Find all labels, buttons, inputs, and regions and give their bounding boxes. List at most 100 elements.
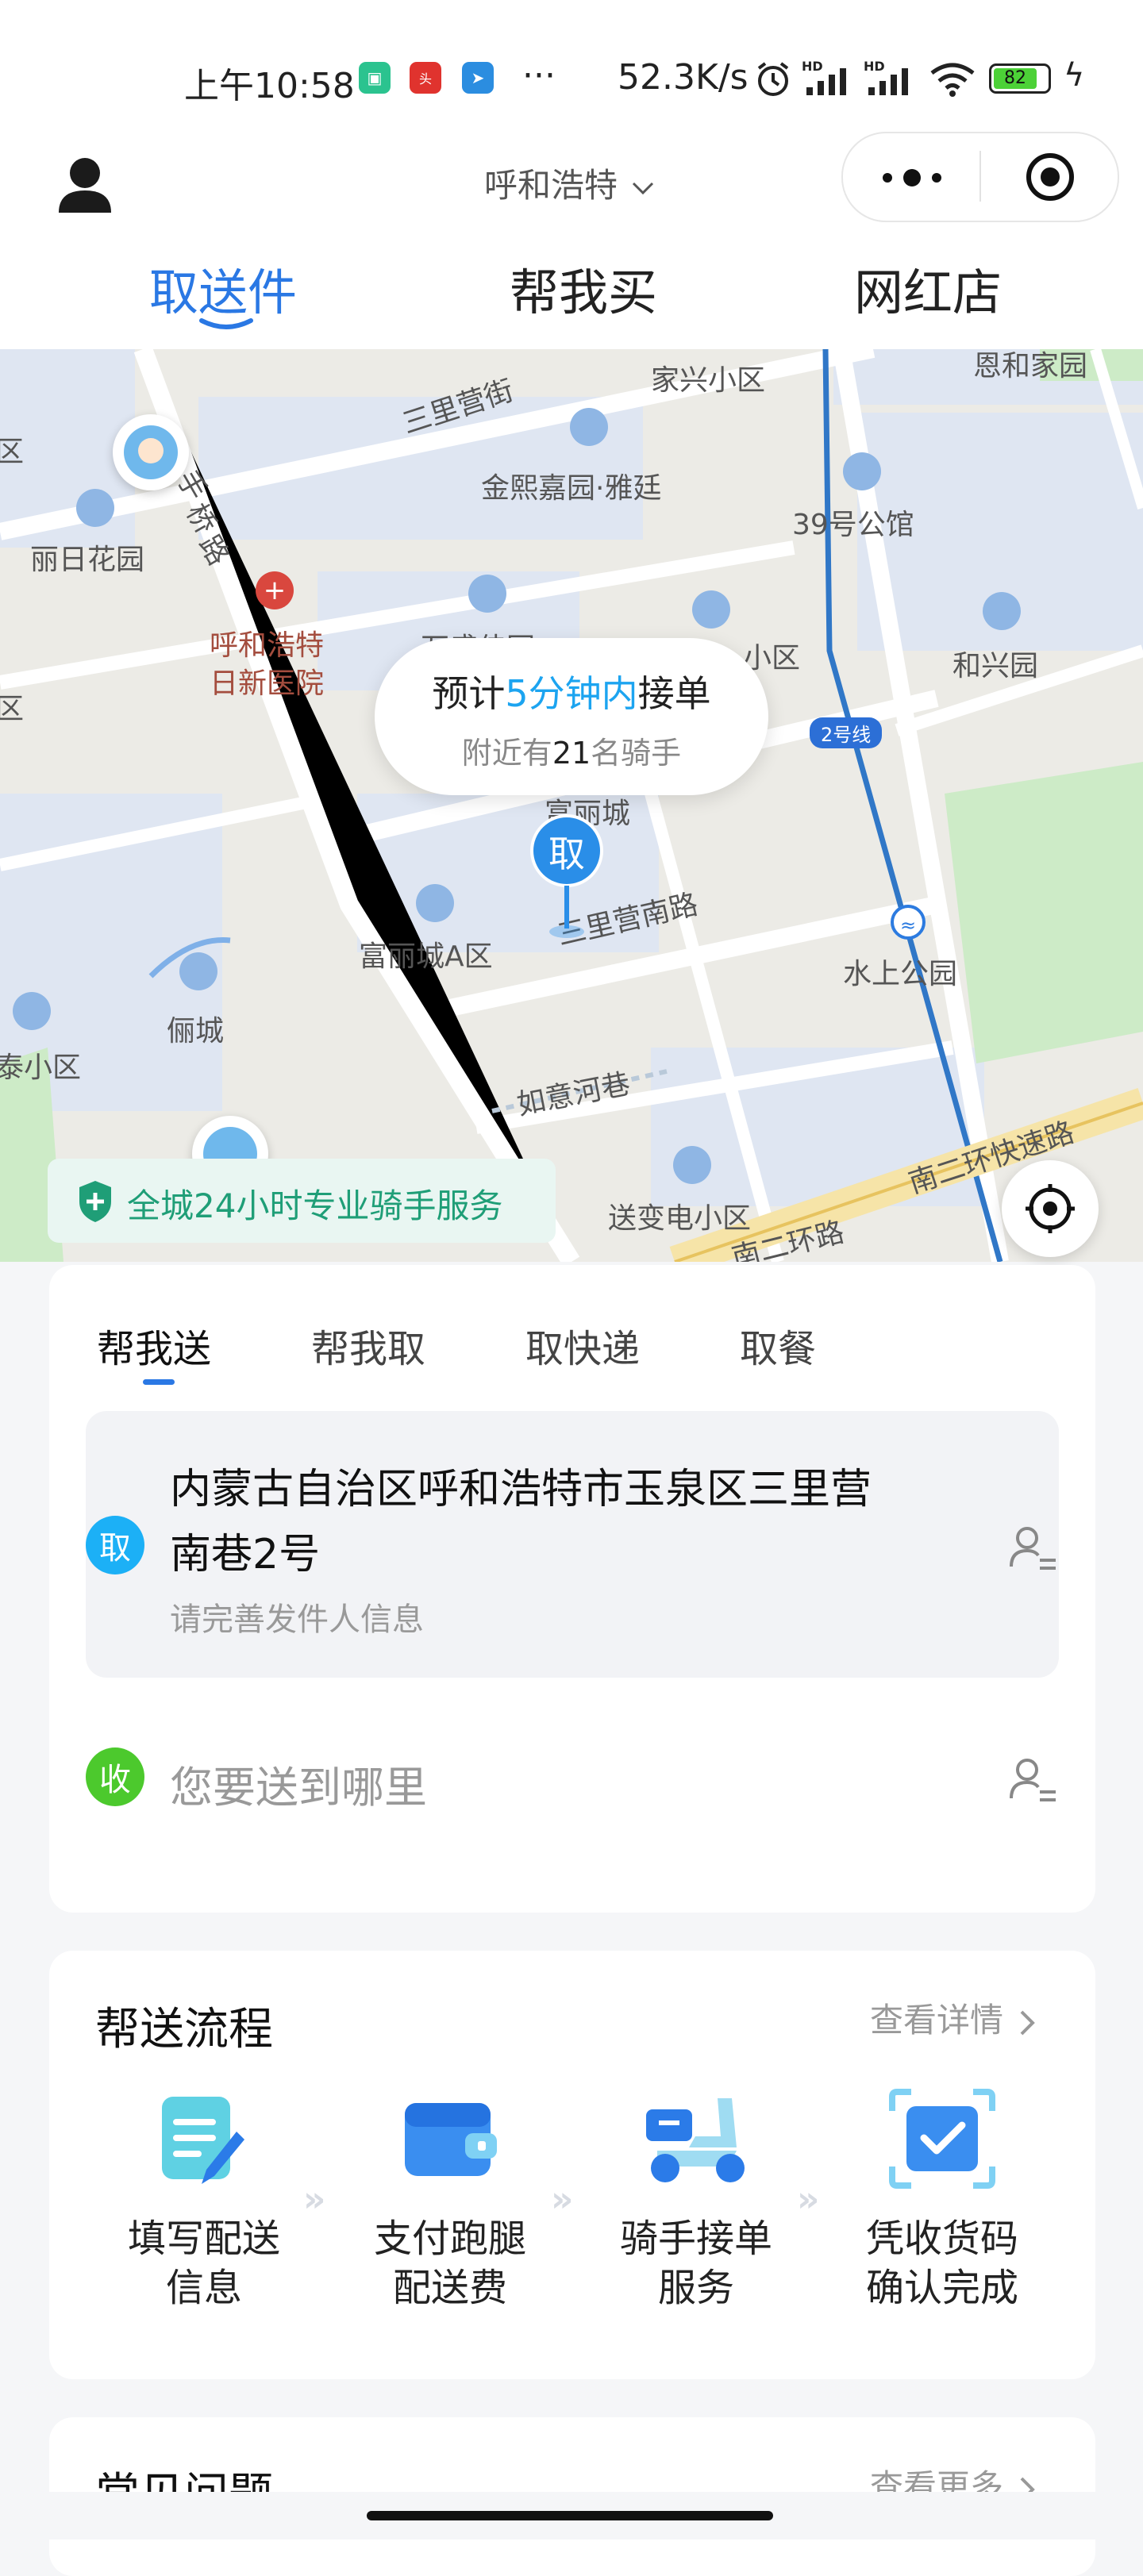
poi-marker-icon (76, 489, 114, 527)
tab-buy-for-me[interactable]: 帮我买 (510, 252, 657, 324)
poi-marker-icon (983, 592, 1021, 630)
wifi-icon (930, 63, 975, 97)
status-more: ··· (522, 56, 556, 96)
riders-nearby-text: 附近有21名骑手 (461, 736, 682, 771)
wallet-icon (405, 2103, 497, 2176)
poi-marker-icon (179, 952, 217, 990)
contact-book-icon[interactable] (1008, 1522, 1059, 1573)
map-label: 送变电小区 (608, 1202, 752, 1235)
pickup-pin-label: 取 (530, 814, 603, 887)
map-label: 水上公园 (843, 958, 958, 990)
poi-marker-icon (843, 452, 881, 490)
status-bar: 上午10:58 ▣ 头 ➤ ··· 52.3K/s HD HD 82 ϟ (0, 0, 1143, 151)
process-title: 帮送流程 (95, 2004, 273, 2055)
rider-avatar-icon (113, 414, 189, 490)
service-tag: 全城24小时专业骑手服务 (48, 1159, 556, 1243)
battery-level: 82 (994, 68, 1037, 89)
app-arrow-icon: ➤ (462, 62, 494, 94)
step-arrow-icon: » (797, 2179, 820, 2220)
metro-line-badge: 2号线 (810, 717, 883, 748)
alarm-icon (757, 62, 789, 96)
pickup-address-line2: 南巷2号 (170, 1531, 321, 1578)
map-label: 金熙嘉园·雅廷 (481, 472, 662, 505)
map-label: 俪城 (167, 1015, 225, 1048)
step-arrow-icon: » (303, 2179, 326, 2220)
metro-station-icon: ≈ (891, 905, 926, 940)
poi-marker-icon (673, 1146, 711, 1184)
map-label: 恩和家园 (973, 350, 1088, 383)
poi-marker-icon (468, 575, 506, 613)
app-badge-icon: ▣ (359, 62, 391, 94)
capsule-divider (979, 151, 981, 202)
process-detail-link[interactable]: 查看详情 (870, 1994, 1036, 2042)
pickup-address-line1: 内蒙古自治区呼和浩特市玉泉区三里营 (170, 1466, 872, 1513)
poi-marker-icon (416, 884, 454, 922)
map-label: 区 (0, 693, 25, 725)
map-label: 和兴园 (952, 650, 1039, 682)
step-label: 填写配送 信息 (127, 2217, 280, 2310)
order-tab-fetch[interactable]: 帮我取 (311, 1317, 425, 1373)
step-label: 凭收货码 确认完成 (865, 2217, 1018, 2310)
map-label: 丽日花园 (30, 544, 145, 576)
estimate-highlight: 5分钟内 (505, 672, 638, 715)
status-time: 上午10:58 (184, 66, 355, 106)
chevron-right-icon (1020, 2010, 1036, 2035)
riders-count: 21 (552, 736, 591, 771)
contact-book-icon[interactable] (1008, 1754, 1059, 1805)
more-menu-icon[interactable] (875, 156, 954, 197)
order-tab-meal[interactable]: 取餐 (740, 1317, 816, 1373)
tab-label: 取送件 (149, 263, 298, 321)
shield-plus-icon (79, 1181, 111, 1222)
detail-link-label: 查看详情 (870, 2001, 1004, 2040)
step-label: 骑手接单 服务 (619, 2217, 772, 2310)
locate-crosshair-icon (1026, 1184, 1075, 1233)
map-label: 家兴小区 (651, 364, 766, 397)
estimate-text: 预计5分钟内接单 (432, 672, 711, 715)
poi-marker-icon (13, 992, 51, 1030)
step-label: 支付跑腿 配送费 (373, 2217, 526, 2310)
map-label: 区 (0, 436, 25, 468)
estimate-bubble: 预计5分钟内接单 附近有21名骑手 (375, 638, 768, 795)
hospital-icon: + (256, 571, 294, 609)
signal-icon-2 (868, 68, 908, 95)
map-label: 39号公馆 (792, 509, 914, 541)
mini-program-capsule (841, 132, 1119, 222)
map-label: 泰小区 (0, 1052, 82, 1084)
toutiao-icon: 头 (410, 62, 441, 94)
user-avatar-icon[interactable] (57, 156, 113, 213)
poi-marker-icon (692, 590, 730, 629)
close-target-icon[interactable] (1024, 151, 1076, 203)
tab-trendy-shops[interactable]: 网红店 (854, 252, 1002, 324)
pickup-map-pin: 取 (530, 814, 603, 938)
map-label-hospital: 呼和浩特 (210, 629, 325, 662)
battery-icon: 82 (989, 63, 1051, 94)
chevron-down-icon (633, 182, 654, 194)
pickup-sender-hint: 请完善发件人信息 (170, 1601, 424, 1638)
charging-icon: ϟ (1064, 57, 1085, 94)
city-selector[interactable]: 呼和浩特 (484, 159, 655, 207)
active-tab-indicator (199, 318, 253, 329)
map-label-hospital: 日新医院 (210, 667, 325, 700)
delivery-badge: 收 (86, 1747, 144, 1806)
order-tab-send[interactable]: 帮我送 (97, 1317, 211, 1373)
map-view[interactable]: + ≈ 家兴小区 恩和家园 三里营街 金熙嘉园·雅廷 39号公馆 丽日花园 呼和… (0, 349, 1143, 1262)
scan-check-icon (889, 2089, 995, 2189)
locate-button[interactable] (1002, 1160, 1099, 1257)
order-tab-indicator (143, 1379, 175, 1385)
scooter-icon (646, 2098, 745, 2182)
home-indicator[interactable] (367, 2511, 773, 2520)
signal-icon-1 (806, 68, 846, 95)
tab-pickup-delivery[interactable]: 取送件 (149, 252, 297, 324)
tab-label: 帮我买 (510, 263, 658, 321)
tab-label: 网红店 (854, 263, 1003, 321)
delivery-address-input[interactable]: 您要送到哪里 (170, 1752, 427, 1815)
network-speed: 52.3K/s (618, 57, 749, 98)
service-tag-text: 全城24小时专业骑手服务 (127, 1186, 503, 1225)
order-tab-express[interactable]: 取快递 (525, 1317, 640, 1373)
poi-marker-icon (570, 408, 608, 446)
pickup-badge: 取 (86, 1516, 144, 1574)
map-label: 富丽城A区 (359, 940, 493, 973)
form-edit-icon (162, 2097, 244, 2184)
city-name: 呼和浩特 (484, 166, 618, 205)
step-arrow-icon: » (551, 2179, 574, 2220)
